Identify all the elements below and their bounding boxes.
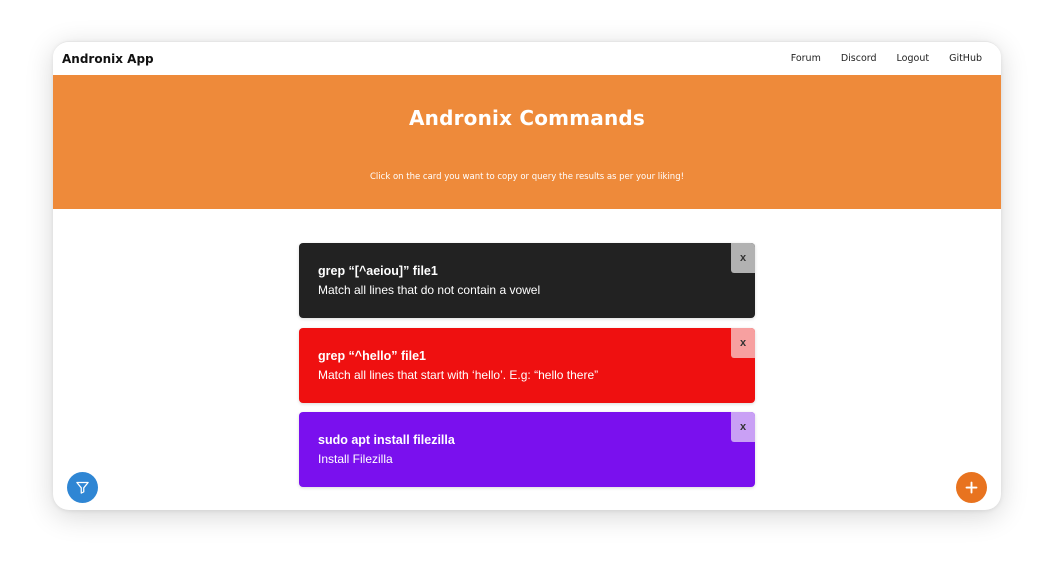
- hero-banner: Andronix Commands Click on the card you …: [53, 75, 1001, 209]
- filter-icon: [76, 481, 89, 494]
- card-close-button[interactable]: x: [731, 328, 755, 358]
- nav-link-forum[interactable]: Forum: [791, 53, 821, 64]
- card-command: sudo apt install filezilla: [318, 433, 455, 447]
- card-close-button[interactable]: x: [731, 412, 755, 442]
- command-card[interactable]: sudo apt install filezilla Install Filez…: [299, 412, 755, 487]
- card-description: Match all lines that do not contain a vo…: [318, 283, 541, 297]
- brand-logo[interactable]: Andronix App: [62, 52, 154, 66]
- app-window: Andronix App Forum Discord Logout GitHub…: [53, 41, 1001, 510]
- card-description: Install Filezilla: [318, 452, 393, 466]
- card-command: grep “[^aeiou]” file1: [318, 264, 438, 278]
- command-card[interactable]: grep “[^aeiou]” file1 Match all lines th…: [299, 243, 755, 318]
- page-title: Andronix Commands: [408, 106, 646, 130]
- page-subtitle: Click on the card you want to copy or qu…: [370, 172, 684, 182]
- card-command: grep “^hello” file1: [318, 349, 427, 363]
- nav-link-discord[interactable]: Discord: [841, 53, 877, 64]
- plus-icon: [965, 481, 978, 494]
- add-command-button[interactable]: [956, 472, 987, 503]
- navbar: Andronix App Forum Discord Logout GitHub: [53, 42, 1001, 75]
- nav-links: Forum Discord Logout GitHub: [791, 53, 982, 64]
- card-close-button[interactable]: x: [731, 243, 755, 273]
- filter-button[interactable]: [67, 472, 98, 503]
- nav-link-logout[interactable]: Logout: [897, 53, 930, 64]
- command-card[interactable]: grep “^hello” file1 Match all lines that…: [299, 328, 755, 403]
- card-description: Match all lines that start with ‘hello’.…: [318, 368, 599, 382]
- nav-link-github[interactable]: GitHub: [949, 53, 982, 64]
